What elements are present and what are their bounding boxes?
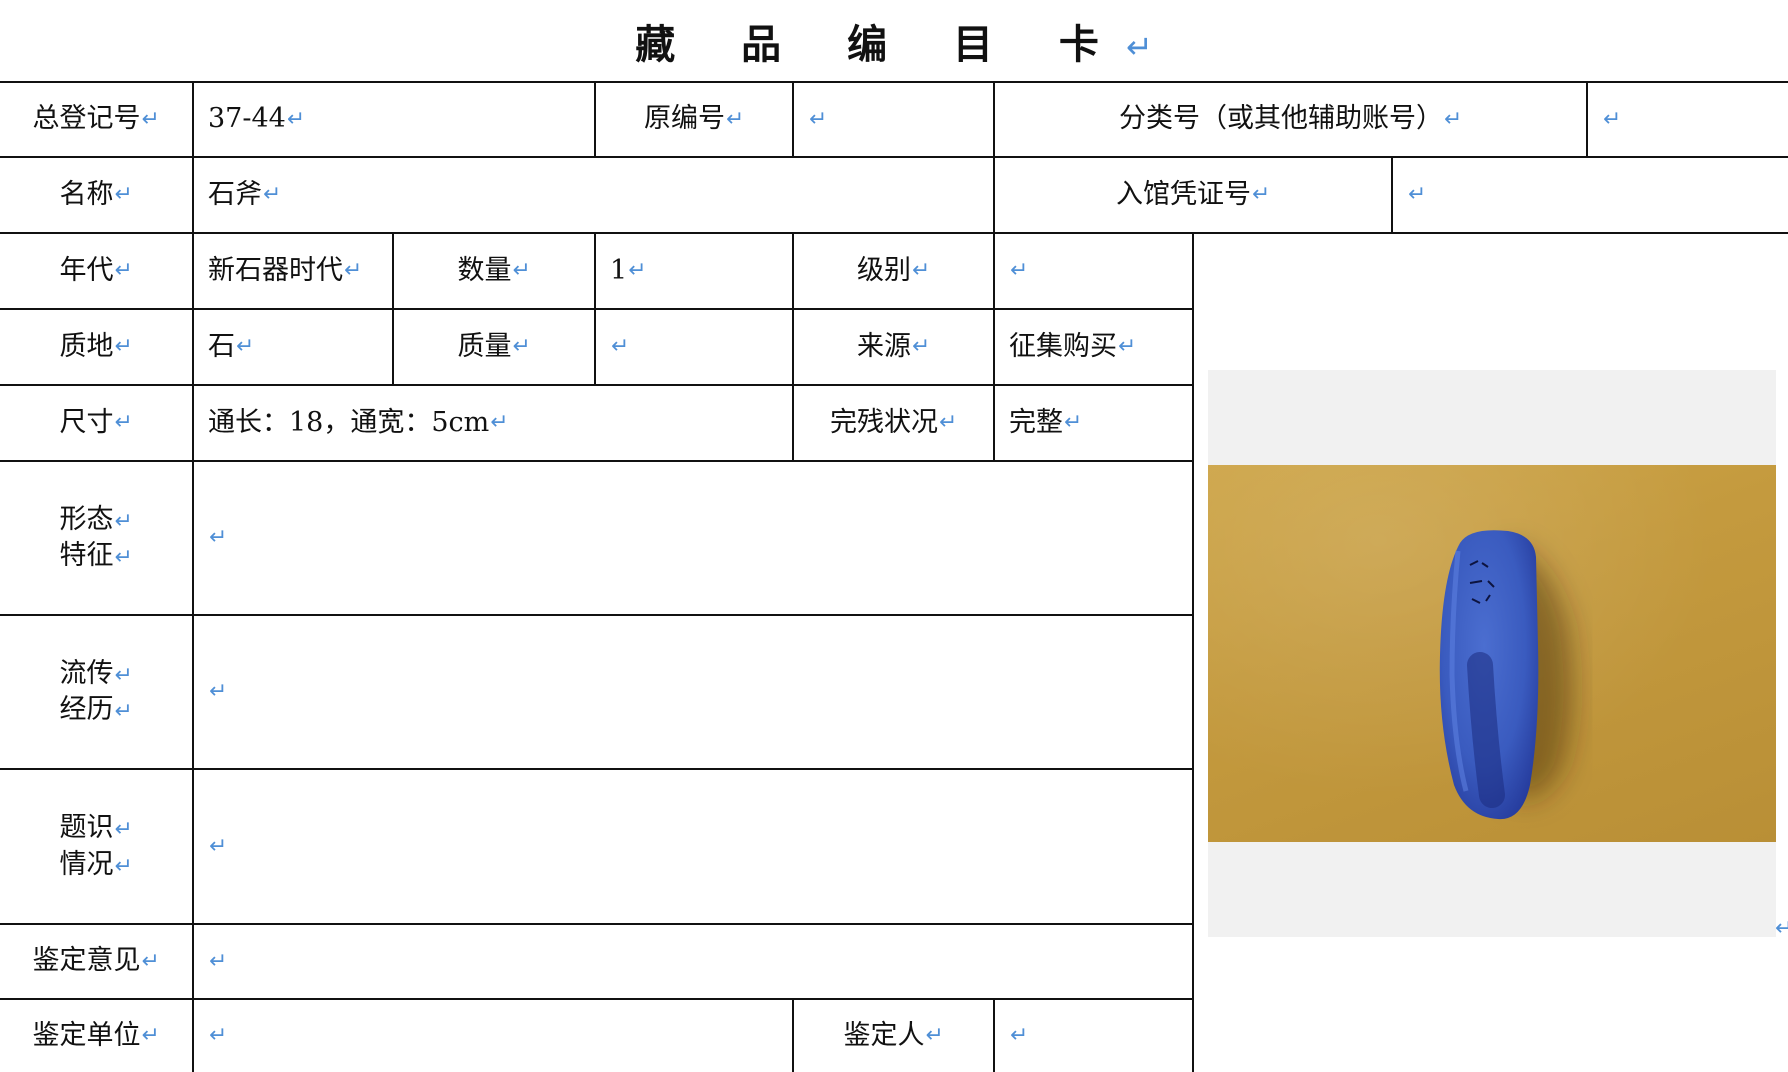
paragraph-mark-icon (114, 545, 132, 570)
qty-label: 数量 (394, 234, 594, 308)
paragraph-mark-icon (141, 105, 159, 134)
paragraph-mark-icon (726, 105, 744, 134)
paragraph-mark-icon (912, 256, 930, 285)
paragraph-mark-icon (114, 509, 132, 534)
weight-label: 质量 (394, 310, 594, 384)
class-no-label: 分类号（或其他辅助账号） (995, 83, 1586, 156)
paragraph-mark-icon (1118, 332, 1136, 361)
appraisal-opinion-label: 鉴定意见 (0, 925, 192, 998)
paragraph-mark-icon (512, 332, 530, 361)
paragraph-mark-icon (114, 699, 132, 724)
size-label: 尺寸 (0, 386, 192, 460)
grade-label: 级别 (794, 234, 993, 308)
table-rule (1192, 232, 1194, 1072)
paragraph-mark-icon (1252, 180, 1270, 209)
orig-no-label: 原编号 (596, 83, 792, 156)
total-reg-value: 37-44 (194, 83, 594, 156)
paragraph-mark-icon (114, 180, 132, 209)
paragraph-mark-icon (114, 817, 132, 842)
paragraph-mark-icon (209, 1021, 227, 1050)
history-label: 流传 经历 (0, 616, 192, 768)
paragraph-mark-icon (611, 332, 629, 361)
catalog-card-page: 藏 品 编 目 卡 总登记号 37-44 原编号 分类号（或其他辅助账号） 名称… (0, 0, 1788, 1072)
photo-frame (1208, 370, 1776, 937)
qty-value: 1 (596, 234, 792, 308)
grade-value (995, 234, 1192, 308)
form-value (194, 462, 1192, 614)
paragraph-mark-icon (1126, 28, 1153, 66)
paragraph-mark-icon (209, 947, 227, 976)
appraisal-unit-label: 鉴定单位 (0, 1000, 192, 1072)
appraiser-value (995, 1000, 1192, 1072)
paragraph-mark-icon (512, 256, 530, 285)
orig-no-value (794, 83, 993, 156)
paragraph-mark-icon (1603, 105, 1621, 134)
paragraph-mark-icon (209, 677, 227, 706)
size-value: 通长：18，通宽：5cm (194, 386, 792, 460)
paragraph-mark-icon (114, 256, 132, 285)
class-no-value (1588, 83, 1788, 156)
paragraph-mark-icon (628, 256, 646, 285)
paragraph-mark-icon (925, 1021, 943, 1050)
card-title: 藏 品 编 目 卡 (0, 12, 1788, 70)
paragraph-mark-icon (236, 332, 254, 361)
paragraph-mark-icon (287, 105, 305, 134)
inscription-label: 题识 情况 (0, 770, 192, 923)
paragraph-mark-icon (809, 105, 827, 134)
paragraph-mark-icon (939, 408, 957, 437)
paragraph-mark-icon (1064, 408, 1082, 437)
material-value: 石 (194, 310, 392, 384)
voucher-value (1393, 158, 1788, 232)
paragraph-mark-icon (490, 408, 508, 437)
name-label: 名称 (0, 158, 192, 232)
paragraph-mark-icon (1010, 1021, 1028, 1050)
condition-value: 完整 (995, 386, 1192, 460)
paragraph-mark-icon (344, 256, 362, 285)
paragraph-mark-icon (114, 332, 132, 361)
appraisal-opinion-value (194, 925, 1192, 998)
material-label: 质地 (0, 310, 192, 384)
paragraph-mark-icon (114, 663, 132, 688)
paragraph-mark-icon (141, 1021, 159, 1050)
voucher-label: 入馆凭证号 (995, 158, 1391, 232)
source-label: 来源 (794, 310, 993, 384)
era-label: 年代 (0, 234, 192, 308)
condition-label: 完残状况 (794, 386, 993, 460)
paragraph-mark-icon (1010, 256, 1028, 285)
artifact-photo (1208, 465, 1776, 842)
paragraph-mark-icon (209, 523, 227, 552)
paragraph-mark-icon (263, 180, 281, 209)
paragraph-mark-icon (1444, 105, 1462, 134)
paragraph-mark-icon (114, 408, 132, 437)
axe-groove (1467, 652, 1505, 808)
paragraph-mark-icon (114, 854, 132, 879)
weight-value (596, 310, 792, 384)
inscription-value (194, 770, 1192, 923)
paragraph-mark-icon (141, 947, 159, 976)
era-value: 新石器时代 (194, 234, 392, 308)
paragraph-mark-icon (209, 832, 227, 861)
paragraph-mark-icon (912, 332, 930, 361)
paragraph-mark-icon (1408, 180, 1426, 209)
source-value: 征集购买 (995, 310, 1192, 384)
paragraph-mark-icon (1775, 916, 1788, 941)
appraiser-label: 鉴定人 (794, 1000, 993, 1072)
name-value: 石斧 (194, 158, 993, 232)
total-reg-label: 总登记号 (0, 83, 192, 156)
stone-axe-illustration (1439, 530, 1573, 820)
history-value (194, 616, 1192, 768)
appraisal-unit-value (194, 1000, 792, 1072)
form-label: 形态 特征 (0, 462, 192, 614)
